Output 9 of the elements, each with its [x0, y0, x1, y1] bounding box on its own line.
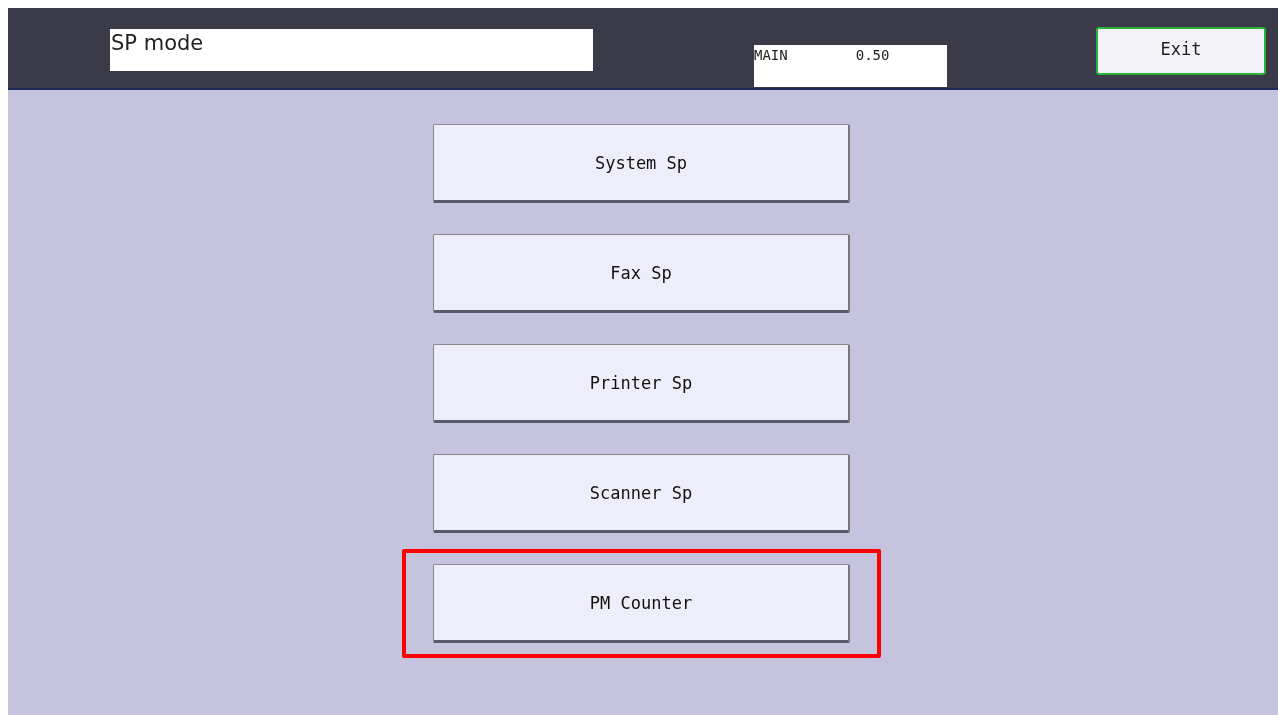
- status-label: MAIN: [754, 47, 788, 65]
- status-value: 0.50: [855, 47, 890, 65]
- menu-button[interactable]: System Sp: [433, 124, 850, 203]
- exit-button[interactable]: Exit: [1096, 27, 1266, 75]
- menu-button[interactable]: Printer Sp: [433, 344, 850, 423]
- menu-button[interactable]: Scanner Sp: [433, 454, 850, 533]
- menu-button[interactable]: Fax Sp: [433, 234, 850, 313]
- menu-button[interactable]: PM Counter: [433, 564, 850, 643]
- mode-title: SP mode: [110, 29, 593, 71]
